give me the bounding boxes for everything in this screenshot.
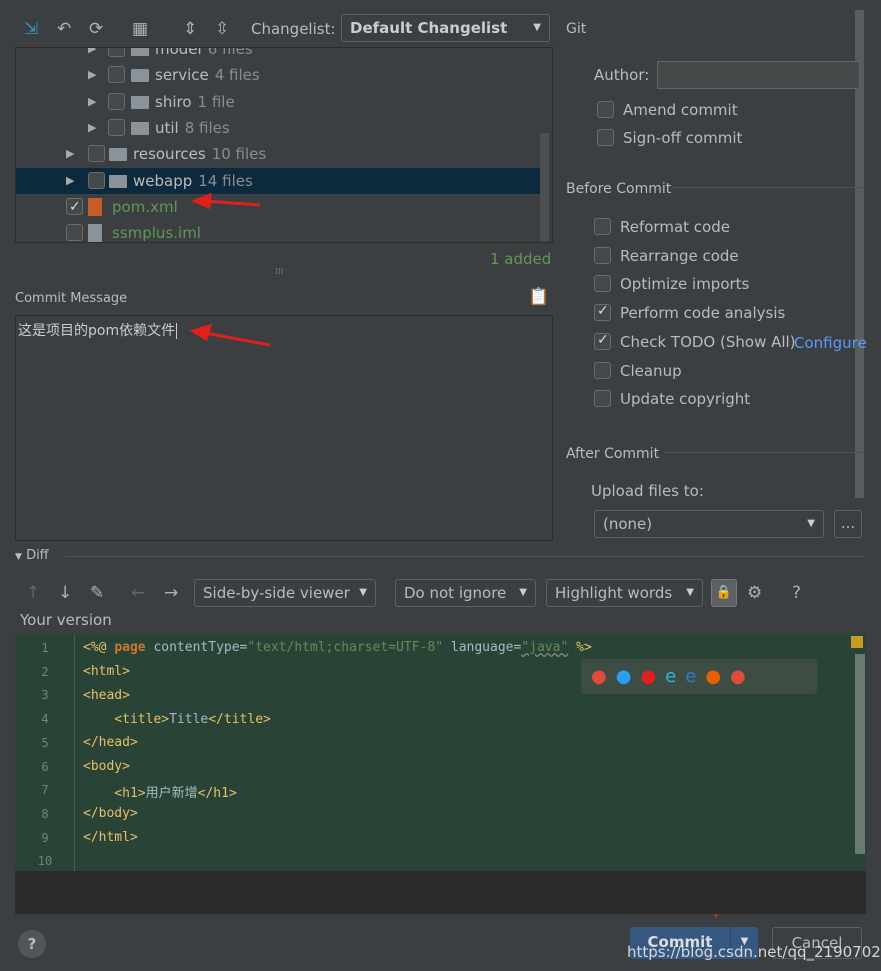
line-number: 5: [41, 735, 49, 750]
checkbox[interactable]: [594, 246, 611, 264]
checkbox[interactable]: [594, 275, 611, 293]
line-number: 10: [37, 854, 53, 869]
line-number: 2: [41, 664, 49, 679]
code-editor[interactable]: <%@ page contentType="text/html;charset=…: [15, 634, 866, 914]
ignore-dropdown[interactable]: Do not ignore ▼: [395, 579, 536, 607]
line-number: 9: [41, 830, 49, 845]
editor-scrollbar[interactable]: [855, 654, 865, 854]
gear-icon[interactable]: ⚙: [747, 583, 762, 603]
checkbox[interactable]: [594, 390, 611, 408]
ie-icon[interactable]: e: [665, 666, 685, 687]
edit-icon[interactable]: ✎: [90, 583, 104, 603]
firefox-icon[interactable]: ●: [705, 666, 730, 687]
safari-icon[interactable]: ●: [616, 666, 641, 687]
author-label: Author:: [594, 66, 650, 84]
line-number: 8: [41, 806, 49, 821]
configure-link[interactable]: Configure: [794, 334, 867, 352]
your-version-label: Your version: [20, 611, 112, 629]
browse-button[interactable]: ...: [834, 510, 862, 538]
after-commit-title: After Commit: [566, 446, 660, 462]
checkbox[interactable]: [594, 361, 611, 379]
checkbox[interactable]: [594, 300, 611, 322]
chevron-down-icon: ▼: [807, 518, 815, 529]
previous-diff-icon[interactable]: ↑: [26, 583, 40, 603]
line-number: 3: [41, 688, 49, 703]
viewer-dropdown[interactable]: Side-by-side viewer ▼: [194, 579, 376, 607]
diff-toggle[interactable]: ▼ Diff: [15, 548, 49, 563]
git-section-title: Git: [566, 21, 587, 37]
watermark: https://blog.csdn.net/qq_21907023: [627, 943, 881, 961]
upload-label: Upload files to:: [591, 482, 704, 500]
author-input[interactable]: [657, 61, 860, 89]
upload-server-dropdown[interactable]: (none) ▼: [594, 510, 824, 538]
line-number: 4: [41, 712, 49, 727]
before-commit-title: Before Commit: [566, 181, 672, 197]
opera-icon[interactable]: ●: [640, 666, 665, 687]
help-button[interactable]: ?: [18, 930, 46, 958]
lock-icon[interactable]: 🔒: [711, 579, 737, 607]
previous-file-icon[interactable]: ←: [131, 583, 145, 603]
edge-icon[interactable]: e: [685, 666, 705, 687]
next-diff-icon[interactable]: ↓: [58, 583, 72, 603]
line-number: 6: [41, 759, 49, 774]
highlight-dropdown[interactable]: Highlight words ▼: [546, 579, 703, 607]
chrome-icon[interactable]: ●: [730, 666, 755, 687]
chrome-icon[interactable]: ●: [591, 666, 616, 687]
help-icon[interactable]: ?: [792, 583, 801, 603]
line-number: 1: [41, 641, 49, 655]
next-file-icon[interactable]: →: [164, 583, 178, 603]
line-number: 7: [41, 783, 49, 798]
inspection-status-icon: [851, 636, 863, 648]
browser-popup: ●●●ee●●: [581, 659, 817, 694]
collapse-icon: ▼: [15, 552, 22, 562]
checkbox[interactable]: [594, 329, 611, 351]
checkbox[interactable]: [594, 218, 611, 235]
